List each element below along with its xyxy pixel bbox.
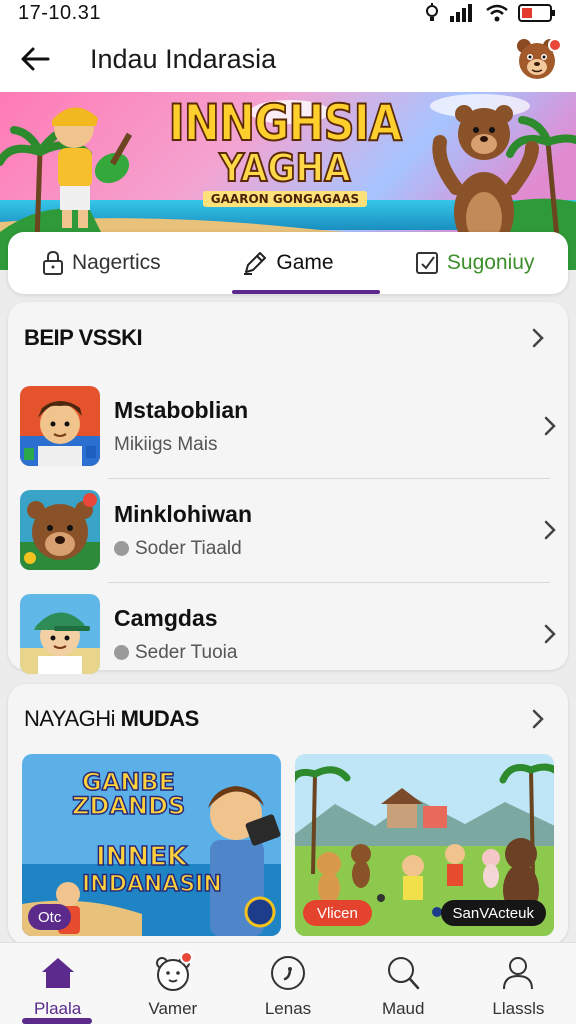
chevron-right-icon: [532, 623, 568, 645]
nav-label: Plaala: [33, 999, 82, 1018]
item-subtitle-text: Seder Tuoia: [135, 641, 238, 663]
chevron-right-icon[interactable]: [526, 326, 550, 350]
item-text: Minklohiwan Soder Tiaald: [114, 501, 532, 560]
game-tile[interactable]: GANBE ZDANDS INNEK INDANASIN Otc: [22, 754, 281, 936]
person-icon: [498, 953, 538, 993]
bottom-navigation: Plaala Vamer Lenas Maud Llassls: [0, 942, 576, 1024]
tile-badge: Otc: [28, 904, 72, 930]
back-button[interactable]: [18, 42, 52, 76]
tile-badge: Vlicen: [303, 900, 372, 926]
home-icon: [38, 953, 78, 993]
nav-item-llassls[interactable]: Llassls: [461, 943, 576, 1024]
nav-item-lenas[interactable]: Lenas: [230, 943, 345, 1024]
list-item[interactable]: Camgdas Seder Tuoia: [8, 582, 568, 686]
item-title: Camgdas: [114, 604, 218, 631]
search-icon: [383, 953, 423, 993]
banner-title: INNGHSIA YAGHA GAARON GONGAGAAS: [140, 94, 430, 207]
section-card-2: NAYAGHi MUDAS GANBE ZDANDS INNEK INDANAS…: [8, 684, 568, 944]
item-subtitle: Mikiigs Mais: [114, 434, 532, 456]
active-tab-indicator: [232, 290, 380, 294]
arrow-left-icon: [21, 47, 50, 71]
tile-title-4: INDANASIN: [81, 871, 222, 898]
list-item[interactable]: Mstaboblian Mikiigs Mais: [8, 374, 568, 478]
nav-label: Lenas: [264, 999, 312, 1018]
nav-item-maud[interactable]: Maud: [346, 943, 461, 1024]
app-thumbnail: [20, 386, 100, 466]
tile-title-3: INNEK: [95, 841, 188, 873]
active-nav-indicator: [22, 1018, 92, 1024]
app-bar: Indau Indarasia: [0, 26, 576, 92]
item-subtitle: Seder Tuoia: [114, 642, 532, 664]
app-thumbnail: [20, 594, 100, 674]
status-time: 17-10.31: [18, 1, 101, 24]
banner-subtitle: GAARON GONGAGAAS: [202, 191, 368, 207]
item-text: Mstaboblian Mikiigs Mais: [114, 397, 532, 456]
notification-dot: [548, 38, 562, 52]
game-tiles: GANBE ZDANDS INNEK INDANASIN Otc Vlicen …: [8, 754, 568, 936]
tab-label: Sugoniuy: [446, 251, 535, 274]
nav-item-plaala[interactable]: Plaala: [0, 943, 115, 1024]
tile-title-2: ZDANDS: [71, 791, 186, 821]
tile-action-badge[interactable]: SanVActeuk: [440, 900, 546, 926]
app-thumbnail: [20, 490, 100, 570]
battery-icon: [518, 4, 555, 22]
section-title: BEIP VSSKI: [24, 325, 143, 350]
item-text: Camgdas Seder Tuoia: [114, 605, 532, 664]
signal-icon: [450, 4, 472, 22]
tab-game[interactable]: Game: [195, 232, 382, 294]
tab-sugoniuy[interactable]: Sugoniuy: [381, 232, 568, 294]
item-subtitle: Soder Tiaald: [114, 538, 532, 560]
nav-label: Llassls: [492, 999, 545, 1018]
item-subtitle-text: Soder Tiaald: [135, 537, 242, 559]
lock-icon: [42, 250, 63, 275]
section-title-bold: MUDAS: [120, 706, 200, 731]
status-dot-icon: [114, 541, 129, 556]
item-title: Mstaboblian: [114, 396, 249, 423]
section-card-1: BEIP VSSKI Mstaboblian Mikiigs Mais Mink…: [8, 302, 568, 674]
section-header[interactable]: BEIP VSSKI: [8, 302, 568, 374]
item-title: Minklohiwan: [114, 500, 252, 527]
tab-nagertics[interactable]: Nagertics: [8, 232, 195, 294]
section-header[interactable]: NAYAGHi MUDAS: [8, 684, 568, 754]
nav-label: Maud: [381, 999, 425, 1018]
segmented-tabs: Nagertics Game Sugoniuy: [8, 232, 568, 294]
chevron-right-icon[interactable]: [526, 707, 550, 731]
tab-label: Game: [276, 251, 334, 274]
wifi-icon: [486, 4, 508, 22]
pen-icon: [244, 252, 267, 275]
section-title-light: NAYAGHi: [24, 706, 116, 731]
chevron-right-icon: [532, 415, 568, 437]
checkbox-icon: [415, 252, 438, 274]
status-bar: 17-10.31: [0, 0, 576, 26]
comma-circle-icon: [268, 953, 308, 993]
lightbulb-icon: [426, 3, 438, 21]
notification-dot: [179, 951, 193, 964]
game-tile[interactable]: Vlicen SanVActeuk: [295, 754, 554, 936]
status-dot-icon: [114, 645, 129, 660]
bear-face-icon: [153, 951, 193, 993]
profile-avatar[interactable]: [514, 36, 562, 82]
banner-title-line1: INNGHSIA: [168, 94, 403, 152]
item-subtitle-text: Mikiigs Mais: [114, 433, 218, 455]
page-title: Indau Indarasia: [90, 43, 277, 74]
nav-label: Vamer: [148, 999, 198, 1018]
banner-title-line2: YAGHA: [219, 146, 352, 190]
section-title: NAYAGHi MUDAS: [24, 706, 199, 732]
nav-item-vamer[interactable]: Vamer: [115, 943, 230, 1024]
list-item[interactable]: Minklohiwan Soder Tiaald: [8, 478, 568, 582]
status-icons: [423, 3, 556, 23]
chevron-right-icon: [532, 519, 568, 541]
tab-label: Nagertics: [71, 251, 161, 274]
